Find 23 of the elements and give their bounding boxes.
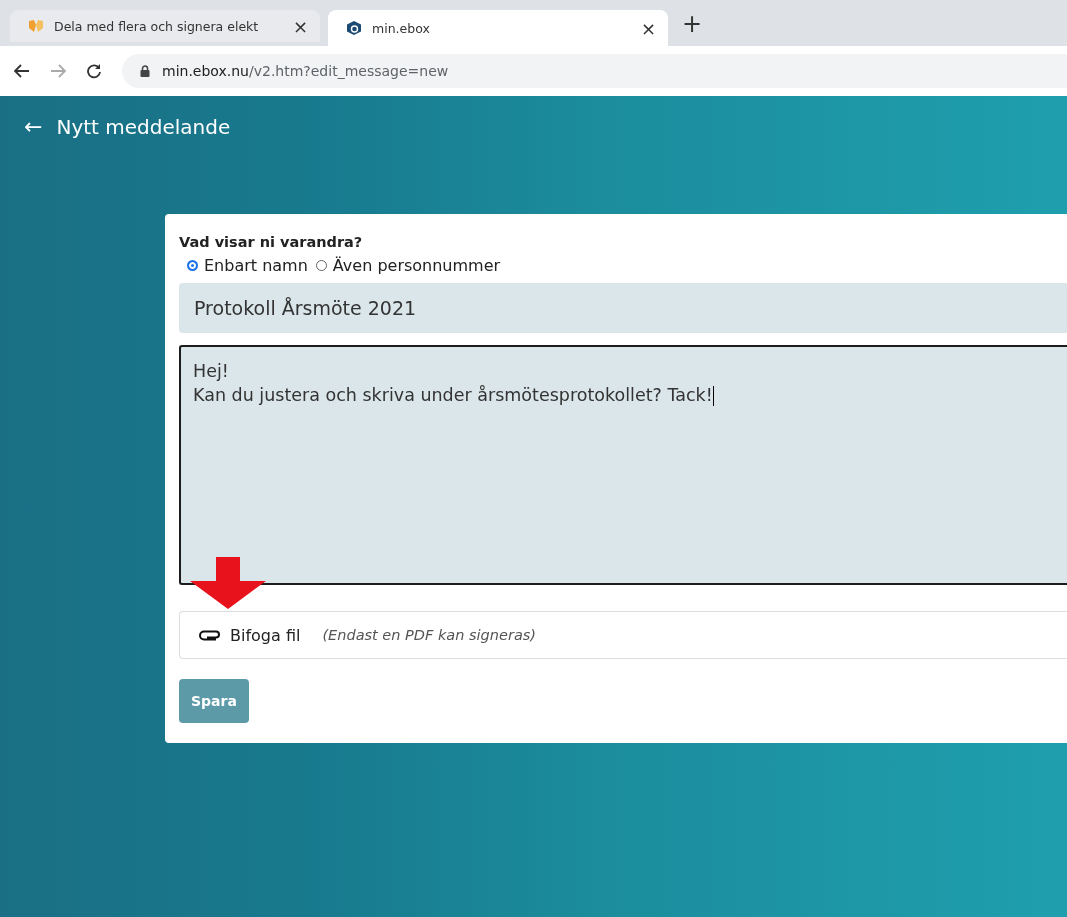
close-icon[interactable]: × xyxy=(640,17,656,39)
message-field[interactable]: Hej! Kan du justera och skriva under årsmötesprotokollet? Tack! xyxy=(179,345,1067,585)
page-title: Nytt meddelande xyxy=(56,114,231,139)
back-button[interactable]: ← xyxy=(24,114,43,139)
paperclip-icon xyxy=(198,629,220,641)
radio-label[interactable]: Även personnummer xyxy=(332,256,501,275)
shield-icon xyxy=(28,19,44,33)
back-icon[interactable] xyxy=(14,64,30,78)
attach-file-button[interactable]: Bifoga fil (Endast en PDF kan signeras) xyxy=(179,611,1067,659)
new-tab-button[interactable]: + xyxy=(668,10,717,46)
reload-icon[interactable] xyxy=(86,63,102,79)
subject-field[interactable]: Protokoll Årsmöte 2021 xyxy=(179,283,1067,333)
cube-icon xyxy=(346,20,362,36)
radio-button[interactable] xyxy=(187,260,198,271)
lock-icon xyxy=(140,65,150,77)
browser-tab[interactable]: Dela med flera och signera elekt × xyxy=(10,10,320,42)
close-icon[interactable]: × xyxy=(292,15,308,37)
address-field[interactable]: min.ebox.nu/v2.htm?edit_message=new xyxy=(122,54,1067,88)
radio-label[interactable]: Enbart namn xyxy=(204,256,308,275)
browser-tab[interactable]: min.ebox × xyxy=(328,10,668,46)
down-arrow-icon xyxy=(190,557,266,609)
attach-hint: (Endast en PDF kan signeras) xyxy=(322,627,536,643)
question-label: Vad visar ni varandra? xyxy=(179,234,364,250)
